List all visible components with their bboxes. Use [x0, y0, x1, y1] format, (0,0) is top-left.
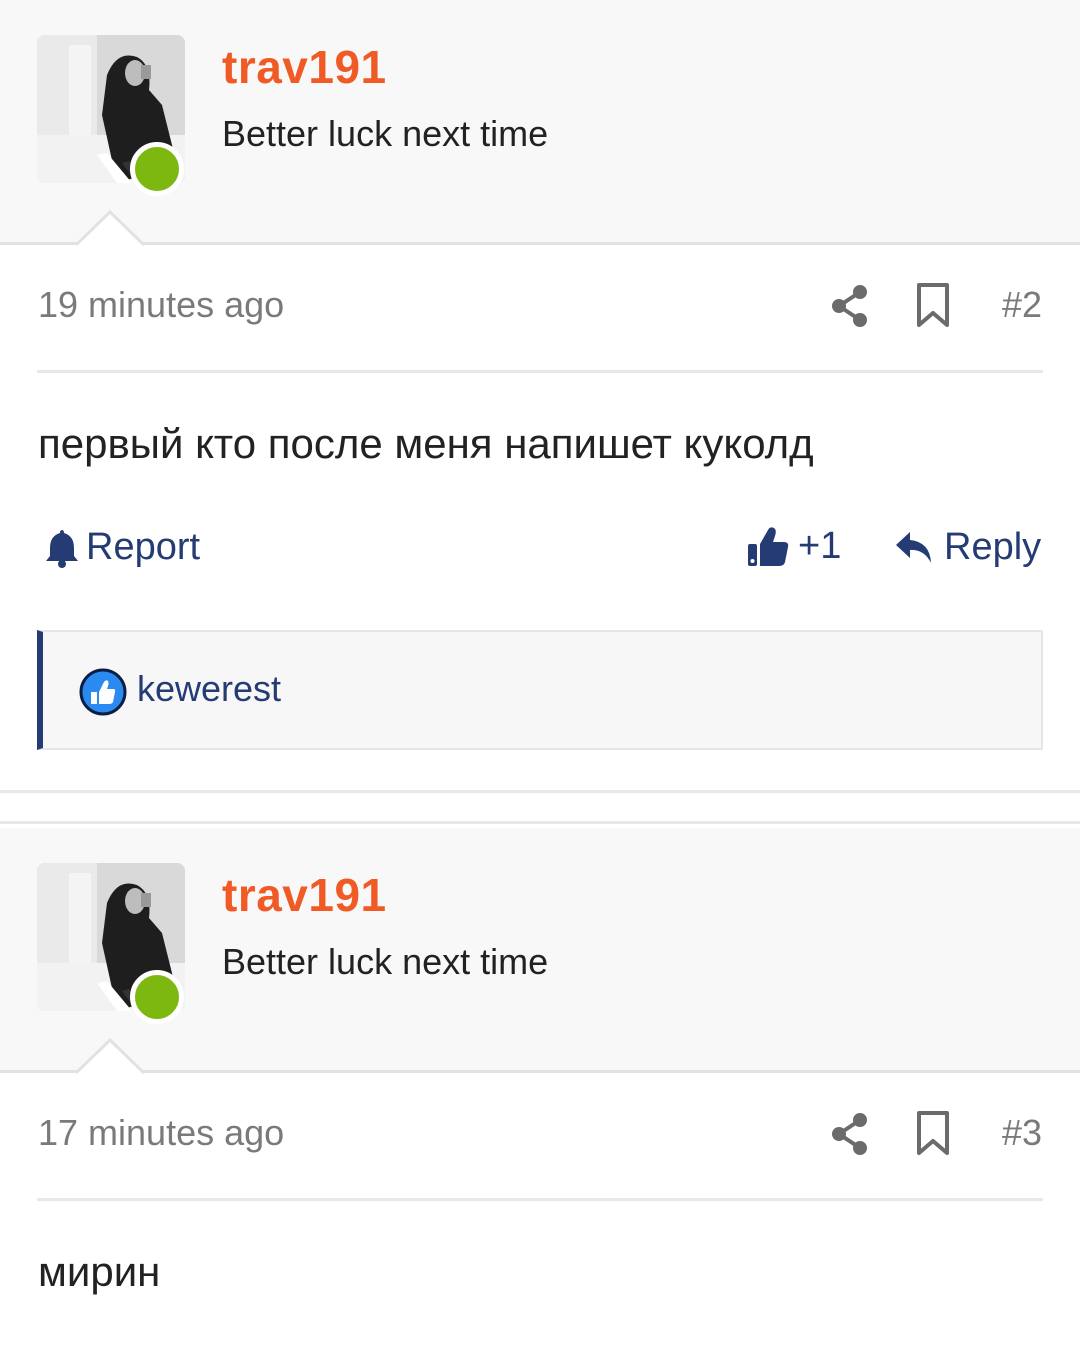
- bookmark-icon[interactable]: [914, 1110, 952, 1156]
- post-number[interactable]: #3: [1002, 1112, 1042, 1154]
- bookmark-icon[interactable]: [914, 282, 952, 328]
- like-count: +1: [798, 524, 842, 567]
- post-separator: [0, 790, 1080, 824]
- post-message: мирин: [38, 1248, 161, 1295]
- timestamp[interactable]: 17 minutes ago: [38, 1112, 284, 1154]
- thumbs-up-icon: [748, 527, 789, 566]
- thumbs-up-icon: [79, 668, 127, 716]
- online-status-indicator: [130, 970, 184, 1024]
- share-icon[interactable]: [830, 1112, 870, 1156]
- post-message: первый кто после меня напишет куколд: [38, 420, 814, 467]
- header-pointer: [76, 210, 144, 246]
- post-header: trav191 Better luck next time: [0, 0, 1080, 246]
- share-icon[interactable]: [830, 284, 870, 328]
- online-status-indicator: [130, 142, 184, 196]
- reply-icon: [896, 531, 931, 563]
- divider: [37, 370, 1043, 373]
- divider: [37, 1198, 1043, 1201]
- timestamp[interactable]: 19 minutes ago: [38, 284, 284, 326]
- header-pointer: [76, 1038, 144, 1074]
- user-title: Better luck next time: [222, 113, 549, 154]
- reply-button[interactable]: Reply: [894, 526, 1041, 569]
- username[interactable]: trav191: [222, 868, 387, 922]
- user-title: Better luck next time: [222, 941, 549, 982]
- post-header: trav191 Better luck next time: [0, 828, 1080, 1074]
- reply-label: Reply: [944, 526, 1042, 568]
- bell-icon: [46, 529, 78, 568]
- report-button[interactable]: Report: [44, 526, 200, 569]
- post-meta: 17 minutes ago #3: [0, 1090, 1080, 1180]
- post-number[interactable]: #2: [1002, 284, 1042, 326]
- reactions-bar[interactable]: kewerest: [37, 630, 1043, 750]
- report-label: Report: [86, 526, 201, 568]
- username[interactable]: trav191: [222, 40, 387, 94]
- reaction-username[interactable]: kewerest: [137, 668, 281, 710]
- post-meta: 19 minutes ago #2: [0, 262, 1080, 352]
- like-button[interactable]: +1: [746, 524, 841, 568]
- post-actions: Report +1 Reply: [0, 522, 1080, 592]
